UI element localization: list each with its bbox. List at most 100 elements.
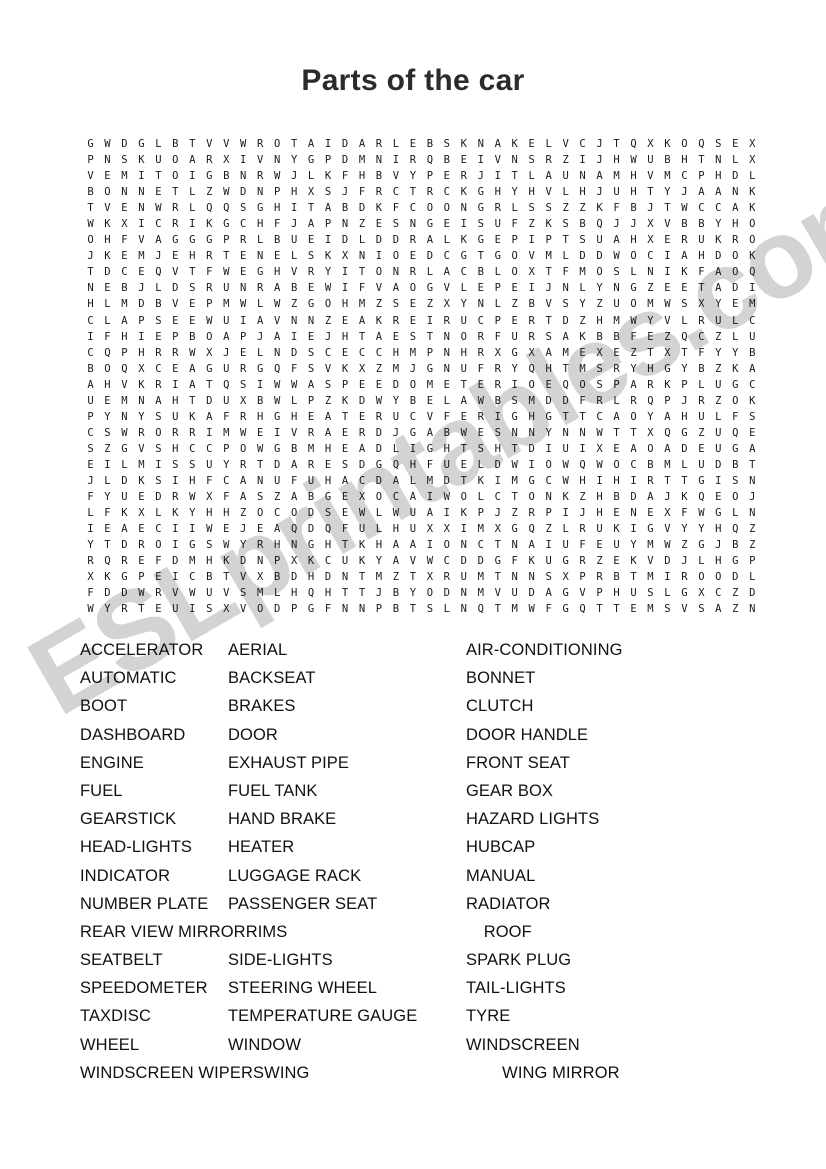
grid-letter[interactable]: D: [116, 537, 133, 553]
grid-letter[interactable]: D: [354, 457, 371, 473]
grid-letter[interactable]: J: [625, 216, 642, 232]
grid-letter[interactable]: U: [354, 521, 371, 537]
grid-letter[interactable]: U: [506, 329, 523, 345]
grid-letter[interactable]: O: [693, 569, 710, 585]
grid-letter[interactable]: Y: [574, 296, 591, 312]
grid-letter[interactable]: A: [303, 136, 320, 152]
grid-letter[interactable]: Z: [727, 601, 744, 617]
grid-letter[interactable]: N: [455, 601, 472, 617]
grid-letter[interactable]: H: [591, 489, 608, 505]
grid-letter[interactable]: S: [235, 200, 252, 216]
grid-letter[interactable]: G: [133, 136, 150, 152]
grid-letter[interactable]: R: [201, 248, 218, 264]
grid-letter[interactable]: S: [150, 409, 167, 425]
grid-letter[interactable]: S: [387, 216, 404, 232]
grid-letter[interactable]: M: [404, 345, 421, 361]
grid-letter[interactable]: M: [218, 296, 235, 312]
grid-letter[interactable]: B: [693, 361, 710, 377]
grid-letter[interactable]: E: [99, 280, 116, 296]
grid-letter[interactable]: A: [286, 457, 303, 473]
grid-letter[interactable]: D: [269, 601, 286, 617]
grid-letter[interactable]: N: [438, 329, 455, 345]
grid-letter[interactable]: Z: [710, 361, 727, 377]
grid-letter[interactable]: N: [557, 280, 574, 296]
grid-letter[interactable]: A: [354, 136, 371, 152]
grid-letter[interactable]: I: [235, 313, 252, 329]
grid-letter[interactable]: W: [218, 184, 235, 200]
grid-letter[interactable]: T: [354, 585, 371, 601]
grid-letter[interactable]: N: [82, 280, 99, 296]
grid-letter[interactable]: J: [252, 329, 269, 345]
grid-letter[interactable]: R: [133, 425, 150, 441]
grid-letter[interactable]: E: [676, 280, 693, 296]
grid-letter[interactable]: D: [116, 585, 133, 601]
grid-letter[interactable]: B: [150, 296, 167, 312]
grid-letter[interactable]: H: [625, 184, 642, 200]
grid-letter[interactable]: H: [523, 184, 540, 200]
grid-letter[interactable]: L: [404, 473, 421, 489]
grid-letter[interactable]: H: [574, 473, 591, 489]
grid-letter[interactable]: R: [133, 537, 150, 553]
grid-letter[interactable]: R: [167, 200, 184, 216]
grid-letter[interactable]: F: [337, 521, 354, 537]
grid-letter[interactable]: R: [167, 425, 184, 441]
grid-letter[interactable]: M: [744, 296, 761, 312]
grid-letter[interactable]: P: [676, 377, 693, 393]
grid-letter[interactable]: V: [659, 313, 676, 329]
grid-letter[interactable]: K: [370, 200, 387, 216]
grid-letter[interactable]: V: [659, 216, 676, 232]
grid-letter[interactable]: F: [387, 200, 404, 216]
grid-letter[interactable]: W: [608, 248, 625, 264]
grid-letter[interactable]: E: [370, 377, 387, 393]
grid-letter[interactable]: R: [404, 264, 421, 280]
grid-letter[interactable]: I: [523, 280, 540, 296]
grid-letter[interactable]: Y: [710, 216, 727, 232]
grid-letter[interactable]: R: [693, 393, 710, 409]
grid-letter[interactable]: E: [99, 393, 116, 409]
grid-letter[interactable]: M: [506, 601, 523, 617]
grid-letter[interactable]: R: [303, 425, 320, 441]
grid-letter[interactable]: R: [574, 521, 591, 537]
grid-letter[interactable]: K: [506, 136, 523, 152]
grid-letter[interactable]: L: [252, 345, 269, 361]
grid-letter[interactable]: M: [608, 313, 625, 329]
grid-letter[interactable]: X: [591, 345, 608, 361]
word-list-item[interactable]: STEERING WHEEL: [228, 974, 466, 1002]
grid-letter[interactable]: M: [387, 361, 404, 377]
grid-letter[interactable]: I: [99, 457, 116, 473]
grid-letter[interactable]: U: [303, 473, 320, 489]
grid-letter[interactable]: M: [472, 585, 489, 601]
grid-letter[interactable]: J: [591, 184, 608, 200]
grid-letter[interactable]: D: [99, 264, 116, 280]
grid-letter[interactable]: O: [404, 280, 421, 296]
grid-letter[interactable]: D: [303, 505, 320, 521]
grid-letter[interactable]: I: [184, 601, 201, 617]
grid-letter[interactable]: D: [370, 441, 387, 457]
word-list-item[interactable]: TEMPERATURE GAUGE: [228, 1002, 466, 1030]
grid-letter[interactable]: G: [421, 361, 438, 377]
grid-letter[interactable]: C: [150, 521, 167, 537]
grid-letter[interactable]: S: [659, 601, 676, 617]
grid-letter[interactable]: I: [370, 248, 387, 264]
grid-letter[interactable]: G: [167, 232, 184, 248]
grid-letter[interactable]: W: [472, 393, 489, 409]
grid-letter[interactable]: K: [574, 329, 591, 345]
grid-letter[interactable]: J: [133, 280, 150, 296]
grid-letter[interactable]: S: [540, 200, 557, 216]
grid-letter[interactable]: R: [642, 377, 659, 393]
grid-letter[interactable]: R: [693, 313, 710, 329]
grid-letter[interactable]: S: [727, 473, 744, 489]
grid-letter[interactable]: R: [252, 168, 269, 184]
grid-letter[interactable]: L: [269, 585, 286, 601]
grid-letter[interactable]: B: [387, 585, 404, 601]
grid-letter[interactable]: C: [404, 200, 421, 216]
grid-letter[interactable]: V: [167, 585, 184, 601]
grid-letter[interactable]: Q: [201, 200, 218, 216]
grid-letter[interactable]: U: [455, 569, 472, 585]
grid-letter[interactable]: A: [455, 393, 472, 409]
grid-letter[interactable]: G: [320, 489, 337, 505]
grid-letter[interactable]: N: [608, 280, 625, 296]
grid-letter[interactable]: E: [455, 457, 472, 473]
grid-letter[interactable]: B: [727, 457, 744, 473]
grid-letter[interactable]: V: [387, 168, 404, 184]
